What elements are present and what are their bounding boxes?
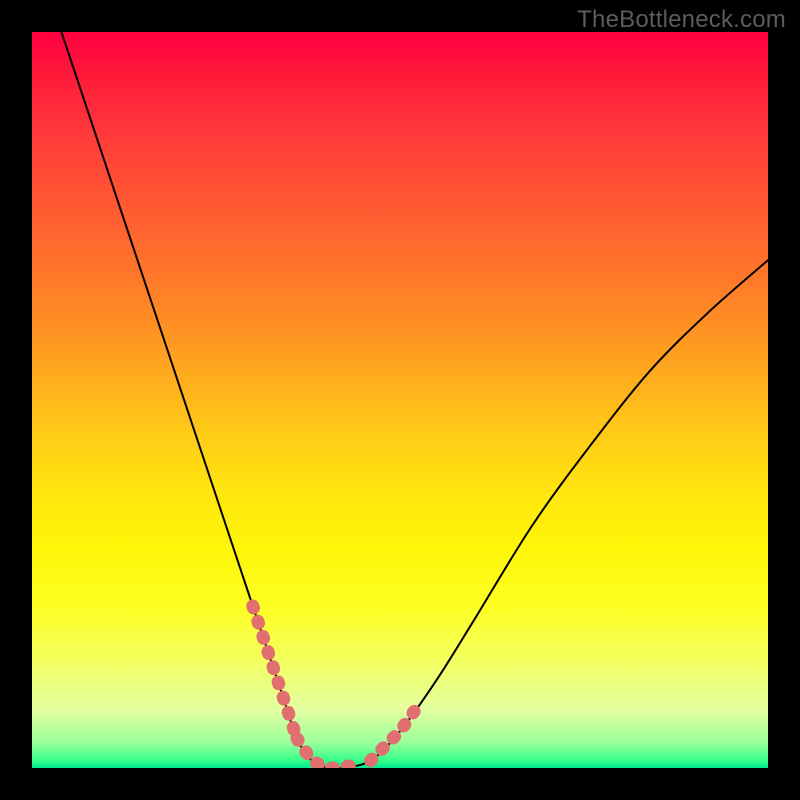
marker-right-band	[371, 711, 415, 761]
plot-area	[32, 32, 768, 768]
marker-left-band	[253, 606, 297, 738]
chart-frame: TheBottleneck.com	[0, 0, 800, 800]
watermark-text: TheBottleneck.com	[577, 6, 786, 34]
curve-layer	[32, 32, 768, 768]
marker-bottom-band	[297, 739, 356, 768]
bottleneck-curve	[61, 32, 768, 768]
